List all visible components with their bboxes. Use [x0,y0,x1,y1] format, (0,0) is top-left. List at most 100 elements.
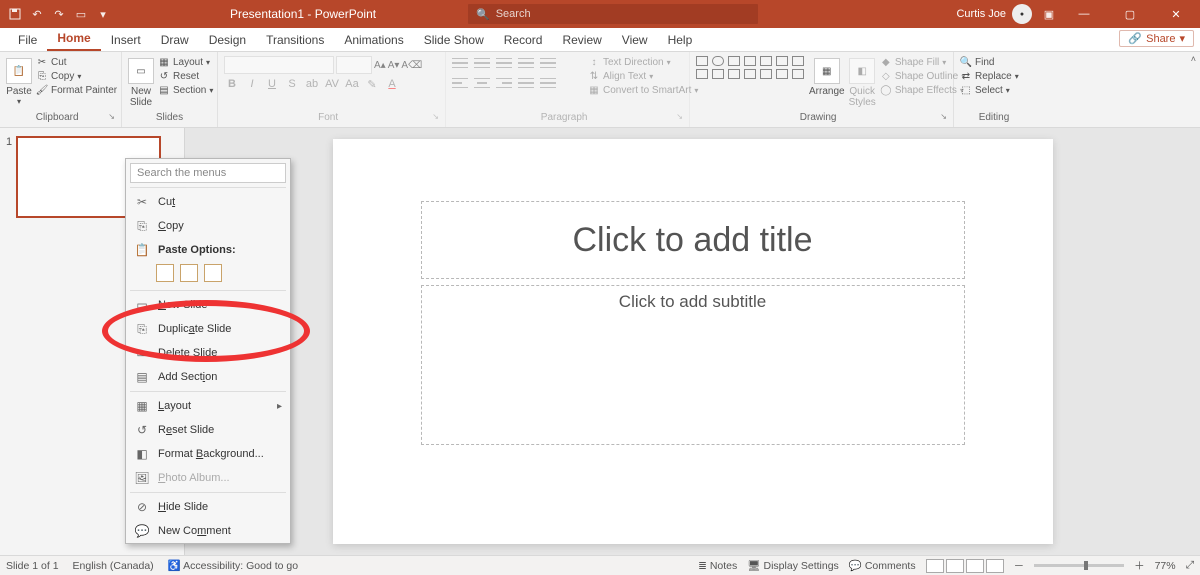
tab-home[interactable]: Home [47,27,100,51]
replace-button[interactable]: ⇄Replace▾ [960,70,1019,82]
font-family-select[interactable] [224,56,334,74]
increase-font-icon[interactable]: A▴ [374,60,386,71]
ctx-layout[interactable]: ▦Layout▸ [126,394,290,418]
justify-icon[interactable] [518,76,534,90]
shape-effects-button[interactable]: ◯Shape Effects▾ [880,84,965,96]
tab-insert[interactable]: Insert [101,29,151,51]
paste-button[interactable]: 📋 Paste ▾ [6,56,32,106]
tab-transitions[interactable]: Transitions [256,29,334,51]
copy-button[interactable]: ⎘Copy▾ [36,70,117,82]
layout-button[interactable]: ▦Layout▾ [158,56,213,68]
paste-dest-theme-icon[interactable] [156,264,174,282]
user-account[interactable]: Curtis Joe ● [956,4,1032,24]
shape-fill-button[interactable]: ◆Shape Fill▾ [880,56,965,68]
decrease-indent-icon[interactable] [496,56,512,70]
qat-more-icon[interactable]: ▾ [96,7,110,21]
normal-view-icon[interactable] [926,559,944,573]
accessibility-indicator[interactable]: ♿ Accessibility: Good to go [168,559,298,572]
font-size-select[interactable] [336,56,372,74]
clear-format-icon[interactable]: A⌫ [401,60,422,71]
dialog-launcher-icon[interactable]: ↘ [940,112,947,125]
align-text-button[interactable]: ⇅Align Text▾ [588,70,698,82]
save-icon[interactable] [8,7,22,21]
arrange-button[interactable]: ▦ Arrange [809,56,845,97]
slide[interactable]: Click to add title Click to add subtitle [333,139,1053,544]
subtitle-placeholder[interactable]: Click to add subtitle [421,285,965,445]
italic-button[interactable]: I [244,78,260,91]
zoom-in-button[interactable]: ＋ [1134,558,1145,573]
tab-draw[interactable]: Draw [151,29,199,51]
ctx-hide-slide[interactable]: ⊘Hide Slide [126,495,290,519]
line-spacing-icon[interactable] [540,56,556,70]
start-from-beginning-icon[interactable]: ▭ [74,7,88,21]
redo-icon[interactable]: ↷ [52,7,66,21]
fit-to-window-icon[interactable]: ⤢ [1186,559,1194,572]
decrease-font-icon[interactable]: A▾ [388,60,400,71]
ctx-reset-slide[interactable]: ↺Reset Slide [126,418,290,442]
shapes-gallery[interactable] [696,56,805,79]
smartart-button[interactable]: ▦Convert to SmartArt▾ [588,84,698,96]
dialog-launcher-icon[interactable]: ↘ [676,112,683,125]
slideshow-view-icon[interactable] [986,559,1004,573]
shape-outline-button[interactable]: ◇Shape Outline▾ [880,70,965,82]
zoom-out-button[interactable]: － [1014,558,1025,573]
format-painter-button[interactable]: 🖌Format Painter [36,84,117,96]
tab-file[interactable]: File [8,29,47,51]
cut-button[interactable]: ✂Cut [36,56,117,68]
columns-icon[interactable] [540,76,556,90]
find-button[interactable]: 🔍Find [960,56,1019,68]
ctx-add-section[interactable]: ▤Add Section [126,365,290,389]
maximize-button[interactable]: ▢ [1112,0,1148,28]
zoom-slider[interactable] [1034,564,1124,567]
ctx-new-comment[interactable]: 💬New Comment [126,519,290,543]
new-slide-button[interactable]: ▭ New Slide [128,56,154,108]
undo-icon[interactable]: ↶ [30,7,44,21]
tab-animations[interactable]: Animations [334,29,413,51]
increase-indent-icon[interactable] [518,56,534,70]
dialog-launcher-icon[interactable]: ↘ [432,112,439,125]
tab-slideshow[interactable]: Slide Show [414,29,494,51]
ctx-copy[interactable]: ⎘Copy [126,214,290,238]
minimize-button[interactable]: — [1066,0,1102,28]
numbering-icon[interactable] [474,56,490,70]
search-box[interactable]: 🔍 Search [468,4,758,24]
strike-button[interactable]: S [284,78,300,91]
char-spacing-button[interactable]: AV [324,78,340,91]
bullets-icon[interactable] [452,56,468,70]
reading-view-icon[interactable] [966,559,984,573]
font-color-button[interactable]: A [384,78,400,91]
quick-styles-button[interactable]: ◧ Quick Styles [849,56,876,108]
ctx-delete-slide[interactable]: ▭Delete Slide [126,341,290,365]
bold-button[interactable]: B [224,78,240,91]
comments-button[interactable]: 💬 Comments [849,559,916,572]
align-center-icon[interactable] [474,76,490,90]
ctx-new-slide[interactable]: ▭New Slide [126,293,290,317]
ribbon-display-icon[interactable]: ▣ [1042,7,1056,21]
change-case-button[interactable]: Aa [344,78,360,91]
reset-button[interactable]: ↺Reset [158,70,213,82]
slide-canvas-area[interactable]: Click to add title Click to add subtitle [185,128,1200,555]
highlight-button[interactable]: ✎ [364,78,380,91]
paste-keep-source-icon[interactable] [180,264,198,282]
ctx-duplicate-slide[interactable]: ⎘Duplicate Slide [126,317,290,341]
tab-review[interactable]: Review [552,29,611,51]
ctx-cut[interactable]: ✂Cut [126,190,290,214]
close-button[interactable]: ✕ [1158,0,1194,28]
underline-button[interactable]: U [264,78,280,91]
tab-view[interactable]: View [612,29,658,51]
dialog-launcher-icon[interactable]: ↘ [108,112,115,125]
tab-record[interactable]: Record [494,29,553,51]
sorter-view-icon[interactable] [946,559,964,573]
context-menu-search[interactable]: Search the menus [130,163,286,183]
slide-indicator[interactable]: Slide 1 of 1 [6,560,59,572]
align-right-icon[interactable] [496,76,512,90]
paste-picture-icon[interactable] [204,264,222,282]
section-button[interactable]: ▤Section▾ [158,84,213,96]
select-button[interactable]: ⬚Select▾ [960,84,1019,96]
collapse-ribbon-icon[interactable]: ˄ [1191,54,1196,64]
shadow-button[interactable]: ab [304,78,320,91]
align-left-icon[interactable] [452,76,468,90]
title-placeholder[interactable]: Click to add title [421,201,965,279]
share-button[interactable]: 🔗Share▾ [1119,30,1194,47]
notes-button[interactable]: ≣ Notes [698,560,737,572]
